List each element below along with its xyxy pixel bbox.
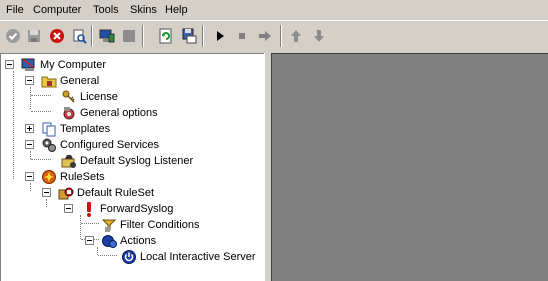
check-icon bbox=[6, 29, 20, 43]
services-icon bbox=[42, 138, 56, 152]
tree-node-label: ForwardSyslog bbox=[100, 203, 174, 215]
tree-node-label: General options bbox=[80, 107, 158, 119]
computer-icon bbox=[99, 29, 115, 43]
tree-connector bbox=[30, 87, 32, 109]
actions-icon bbox=[102, 235, 117, 248]
tree-connector bbox=[98, 255, 117, 257]
toolbar-separator bbox=[280, 25, 282, 47]
disabled-button[interactable] bbox=[118, 25, 140, 47]
menu-skins[interactable]: Skins bbox=[130, 3, 157, 17]
move-down-button[interactable] bbox=[308, 25, 330, 47]
stop-red-icon bbox=[50, 29, 64, 43]
toolbar-separator bbox=[142, 25, 144, 47]
tree-node-label: Filter Conditions bbox=[120, 219, 200, 231]
tree-connector bbox=[81, 223, 99, 225]
tree-node-label: Default Syslog Listener bbox=[80, 155, 194, 167]
start-button[interactable] bbox=[209, 25, 231, 47]
cancel-button[interactable] bbox=[46, 25, 68, 47]
collapse-toggle[interactable] bbox=[25, 172, 34, 181]
tree-node-label: License bbox=[80, 91, 118, 103]
exclamation-icon bbox=[87, 202, 91, 217]
expand-toggle[interactable] bbox=[25, 124, 34, 133]
tree-node-label: General bbox=[60, 75, 100, 87]
refresh-icon bbox=[159, 28, 172, 44]
collapse-toggle[interactable] bbox=[25, 140, 34, 149]
menu-computer[interactable]: Computer bbox=[33, 3, 81, 17]
search-icon bbox=[73, 29, 87, 44]
tree-connector bbox=[13, 71, 15, 179]
toolbar-separator bbox=[202, 25, 204, 47]
move-up-button[interactable] bbox=[285, 25, 307, 47]
save-config-icon bbox=[182, 28, 197, 44]
step-icon bbox=[259, 31, 271, 41]
tree-node-label: Default RuleSet bbox=[77, 187, 155, 199]
computer-icon bbox=[21, 58, 35, 71]
folder-settings-icon bbox=[41, 76, 57, 88]
tree-connector bbox=[30, 151, 32, 159]
filter-icon bbox=[101, 219, 117, 232]
tree-connector bbox=[31, 111, 51, 113]
tree-node-label: Local Interactive Server bbox=[140, 251, 256, 263]
stop-button[interactable] bbox=[231, 25, 253, 47]
arrow-down-icon bbox=[314, 30, 324, 42]
tree-connector bbox=[31, 95, 51, 97]
collapse-toggle[interactable] bbox=[85, 236, 94, 245]
tree-node-label: Actions bbox=[120, 235, 157, 247]
toolbar-separator bbox=[91, 25, 93, 47]
ruleset-icon bbox=[42, 170, 56, 184]
details-panel bbox=[272, 53, 548, 281]
power-icon bbox=[122, 250, 136, 264]
tree-node-label: Configured Services bbox=[60, 139, 160, 151]
save-icon bbox=[28, 30, 40, 42]
listener-icon bbox=[61, 155, 76, 168]
collapse-toggle[interactable] bbox=[25, 76, 34, 85]
save-config-button[interactable] bbox=[178, 25, 200, 47]
toolbar bbox=[0, 20, 548, 51]
play-icon bbox=[217, 31, 224, 41]
tree-connector bbox=[97, 247, 99, 255]
refresh-button[interactable] bbox=[155, 25, 177, 47]
templates-icon bbox=[42, 122, 56, 137]
tree-connector bbox=[31, 159, 51, 161]
tree-connector bbox=[30, 183, 32, 191]
keys-icon bbox=[62, 90, 75, 103]
panel-splitter[interactable] bbox=[264, 53, 272, 281]
configuration-tree[interactable]: My Computer General License General opti… bbox=[0, 53, 264, 281]
tree-node-label: RuleSets bbox=[60, 171, 105, 183]
step-button[interactable] bbox=[254, 25, 276, 47]
tree-connector bbox=[46, 199, 48, 207]
menu-help[interactable]: Help bbox=[165, 3, 188, 17]
tree-connector bbox=[80, 215, 82, 239]
save-button[interactable] bbox=[23, 25, 45, 47]
collapse-toggle[interactable] bbox=[5, 60, 14, 69]
stop-icon bbox=[239, 33, 245, 39]
gear-icon bbox=[63, 107, 75, 120]
ruleset-item-icon bbox=[58, 187, 74, 200]
gray-block-icon bbox=[123, 30, 135, 42]
computer-button[interactable] bbox=[96, 25, 118, 47]
collapse-toggle[interactable] bbox=[64, 204, 73, 213]
apply-button[interactable] bbox=[2, 25, 24, 47]
menu-file[interactable]: File bbox=[6, 3, 24, 17]
tree-node-label: Templates bbox=[60, 123, 111, 135]
tree-node-label: My Computer bbox=[40, 59, 107, 71]
menu-tools[interactable]: Tools bbox=[93, 3, 119, 17]
menu-bar: File Computer Tools Skins Help bbox=[0, 0, 548, 19]
collapse-toggle[interactable] bbox=[42, 188, 51, 197]
find-button[interactable] bbox=[68, 25, 90, 47]
arrow-up-icon bbox=[291, 30, 301, 42]
